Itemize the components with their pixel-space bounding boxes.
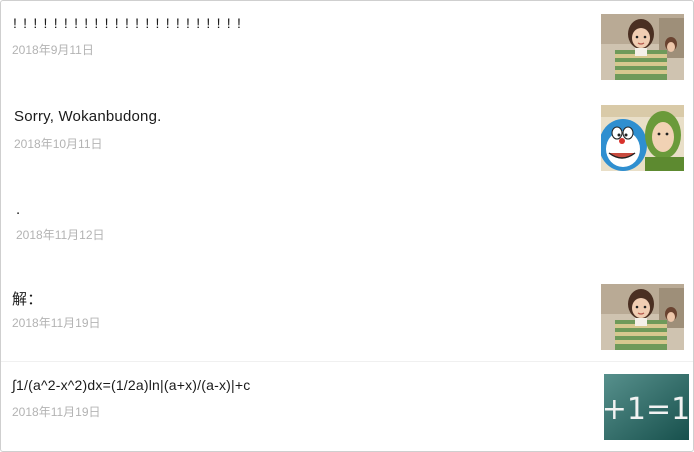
chalkboard-thumbnail[interactable]: 1+1=11: [604, 374, 689, 440]
cartoon-girl-thumbnail[interactable]: [601, 14, 684, 80]
post-date: 2018年11月12日: [16, 228, 105, 242]
post-list: ! ! ! ! ! ! ! ! ! ! ! ! ! ! ! ! ! ! ! ! …: [0, 0, 694, 452]
post-title[interactable]: .: [16, 201, 20, 218]
post-date: 2018年11月19日: [12, 316, 101, 330]
post-date: 2018年9月11日: [12, 43, 94, 57]
post-date: 2018年10月11日: [14, 137, 103, 151]
post-date: 2018年11月19日: [12, 405, 101, 419]
post-title[interactable]: Sorry, Wokanbudong.: [14, 108, 162, 125]
chalkboard-text: 1+1=11: [604, 392, 689, 427]
post-title[interactable]: ∫1/(a^2-x^2)dx=(1/2a)ln|(a+x)/(a-x)|+c: [12, 377, 250, 393]
dark-line-thumbnail[interactable]: [597, 259, 679, 263]
post-title[interactable]: ! ! ! ! ! ! ! ! ! ! ! ! ! ! ! ! ! ! ! ! …: [13, 15, 242, 31]
cartoon-girl-thumbnail[interactable]: [601, 284, 684, 350]
post-item[interactable]: ∫1/(a^2-x^2)dx=(1/2a)ln|(a+x)/(a-x)|+c 2…: [1, 362, 693, 451]
post-title[interactable]: 解：: [12, 288, 42, 309]
post-item[interactable]: ! ! ! ! ! ! ! ! ! ! ! ! ! ! ! ! ! ! ! ! …: [1, 1, 693, 91]
post-item[interactable]: . 2018年11月12日: [1, 181, 693, 271]
cartoon-robot-cat-thumbnail[interactable]: [601, 105, 684, 171]
post-item[interactable]: Sorry, Wokanbudong. 2018年10月11日: [1, 91, 693, 181]
post-item[interactable]: 解： 2018年11月19日: [1, 271, 693, 361]
